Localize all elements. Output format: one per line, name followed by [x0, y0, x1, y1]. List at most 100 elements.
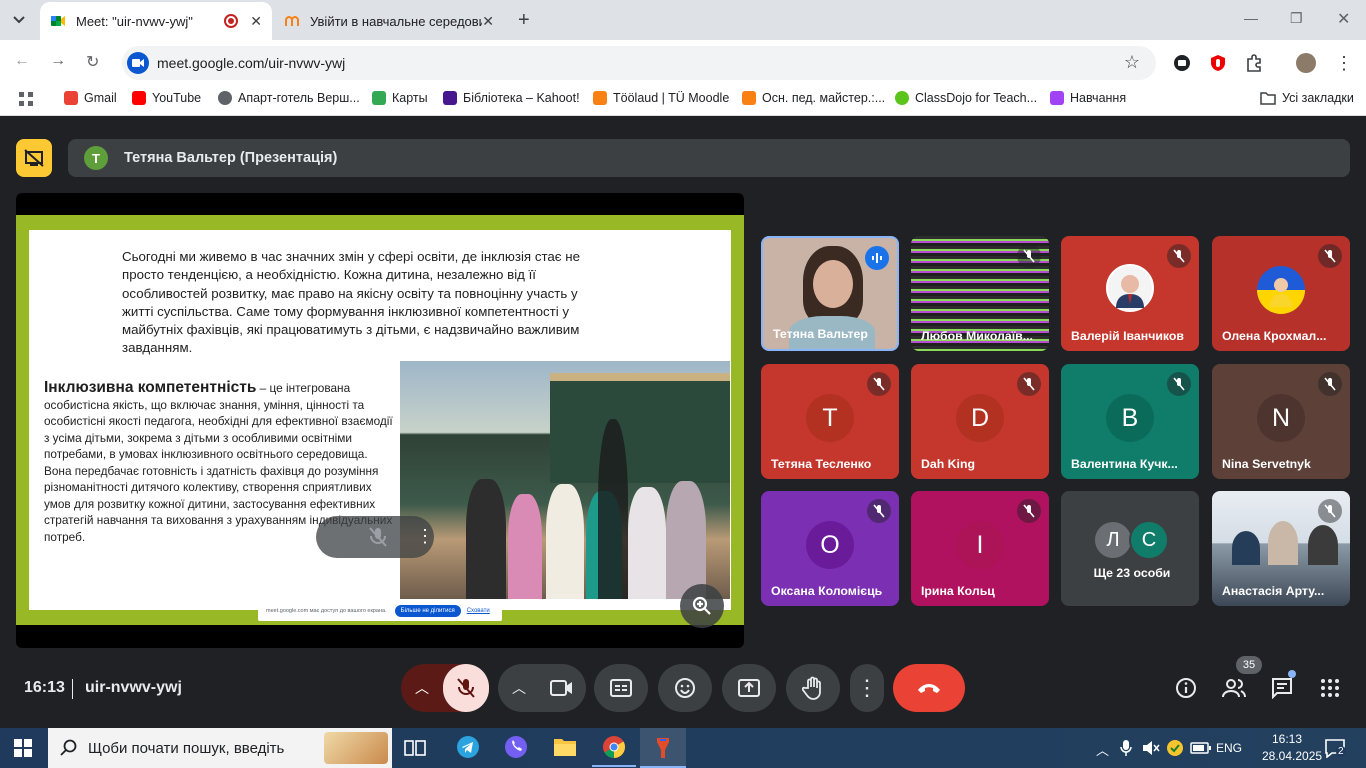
chevron-down-icon: [13, 16, 25, 24]
captions-button[interactable]: [594, 664, 648, 712]
participant-tile[interactable]: Анастасія Арту...: [1212, 491, 1350, 606]
camera-icon[interactable]: [550, 678, 574, 698]
bookmark-classdojo[interactable]: ClassDojo for Teach...: [895, 91, 1037, 105]
volume-muted-icon[interactable]: [1142, 740, 1160, 759]
bookmark-apart-hotel[interactable]: Апарт-готель Верш...: [218, 91, 360, 105]
bookmark-moodle-course[interactable]: Осн. пед. майстер.:...: [742, 91, 885, 105]
participant-tile[interactable]: O Оксана Коломієць: [761, 491, 899, 606]
more-options-icon[interactable]: ⋮: [416, 526, 434, 547]
tab-title: Meet: "uir-nvwv-ywj": [76, 13, 193, 29]
menu-icon[interactable]: ⋮: [1334, 53, 1354, 73]
mic-toggle-button[interactable]: [443, 664, 489, 712]
audio-options-chevron-icon[interactable]: ︿: [415, 678, 429, 698]
tab-search-button[interactable]: [6, 8, 32, 32]
taskbar-search-box[interactable]: Щоби почати пошук, введіть: [48, 728, 392, 768]
site-info-icon[interactable]: [127, 52, 149, 74]
participant-name: Олена Крохмал...: [1222, 329, 1327, 343]
meeting-code: uir-nvwv-ywj: [85, 679, 182, 696]
search-icon: [60, 739, 77, 756]
participant-tile[interactable]: N Nina Servetnyk: [1212, 364, 1350, 479]
present-now-button[interactable]: [722, 664, 776, 712]
battery-icon[interactable]: [1190, 740, 1212, 759]
close-tab-icon[interactable]: ✕: [250, 13, 262, 30]
language-indicator[interactable]: ENG: [1216, 741, 1242, 755]
extensions-puzzle-icon[interactable]: [1244, 53, 1264, 73]
bookmark-gmail[interactable]: Gmail: [64, 91, 117, 105]
tray-overflow-chevron-icon[interactable]: ︿: [1096, 740, 1109, 759]
leave-call-button[interactable]: [893, 664, 965, 712]
windows-start-icon[interactable]: [14, 739, 32, 762]
forward-icon[interactable]: →: [50, 52, 66, 70]
back-icon[interactable]: ←: [14, 52, 30, 70]
viber-icon[interactable]: [504, 735, 528, 762]
unread-dot: [1288, 670, 1296, 678]
extension-icon[interactable]: [1172, 53, 1192, 73]
bookmark-moodle[interactable]: Töölaud | TÜ Moodle: [593, 91, 729, 105]
chat-icon: [1272, 678, 1292, 699]
reactions-button[interactable]: [658, 664, 712, 712]
address-bar[interactable]: meet.google.com/uir-nvwv-ywj ☆: [122, 46, 1156, 80]
bookmark-kahoot[interactable]: Бібліотека – Kahoot!: [443, 91, 580, 105]
mic-off-icon[interactable]: [368, 526, 388, 548]
participant-avatar: D: [956, 394, 1004, 442]
bookmark-star-icon[interactable]: ☆: [1124, 52, 1140, 73]
bookmark-maps[interactable]: Карты: [372, 91, 428, 105]
adblock-icon[interactable]: [1208, 53, 1228, 73]
file-explorer-icon[interactable]: [553, 736, 577, 761]
task-view-icon[interactable]: [404, 738, 426, 761]
telegram-icon[interactable]: [456, 735, 480, 762]
meet-view: T Тетяна Вальтер (Презентація) Сьогодні …: [0, 117, 1366, 728]
participant-tile[interactable]: Валерій Іванчиков: [1061, 236, 1199, 351]
presentation-icon[interactable]: [16, 139, 52, 177]
restore-icon[interactable]: ❐: [1290, 10, 1303, 27]
all-bookmarks[interactable]: Усі закладки: [1260, 91, 1354, 105]
mic-off-icon: [1167, 372, 1191, 396]
activities-button[interactable]: [1310, 664, 1350, 712]
raise-hand-button[interactable]: [786, 664, 840, 712]
apps-icon[interactable]: [18, 91, 34, 107]
participant-tile[interactable]: Любов Миколаїв...: [911, 236, 1049, 351]
participant-count-badge: 35: [1236, 656, 1262, 674]
reload-icon[interactable]: ↻: [86, 52, 99, 72]
participant-tile[interactable]: T Тетяна Тесленко: [761, 364, 899, 479]
slide-frame: Сьогодні ми живемо в час значних змін у …: [16, 215, 744, 625]
participant-tile[interactable]: I Ірина Кольц: [911, 491, 1049, 606]
participant-tile[interactable]: Олена Крохмал...: [1212, 236, 1350, 351]
minimize-icon[interactable]: —: [1244, 10, 1258, 26]
chat-button[interactable]: [1262, 664, 1302, 712]
tab-moodle[interactable]: Увійти в навчальне середовищ ✕: [274, 2, 504, 40]
video-options-chevron-icon[interactable]: ︿: [512, 678, 526, 698]
close-window-icon[interactable]: ✕: [1337, 9, 1350, 29]
norton-icon[interactable]: [1166, 739, 1184, 760]
microphone-in-use-icon[interactable]: [1120, 739, 1132, 760]
chrome-taskbar-icon[interactable]: [592, 735, 636, 767]
participant-tile[interactable]: Тетяна Вальтер: [761, 236, 899, 351]
people-icon: [1222, 679, 1246, 698]
notification-count: 2: [1336, 746, 1346, 757]
clock[interactable]: 16:13 28.04.2025: [1262, 732, 1322, 763]
hide-notice-link[interactable]: Сховати: [467, 608, 490, 614]
participant-tile[interactable]: B Валентина Кучк...: [1061, 364, 1199, 479]
profile-avatar[interactable]: [1296, 53, 1316, 73]
participant-name: Тетяна Тесленко: [771, 457, 872, 471]
participant-name: Валерій Іванчиков: [1071, 329, 1184, 343]
more-participants-tile[interactable]: Л C Ще 23 особи: [1061, 491, 1199, 606]
new-tab-button[interactable]: +: [518, 9, 530, 32]
tab-meet[interactable]: Meet: "uir-nvwv-ywj" ✕: [40, 2, 272, 40]
globe-icon: [218, 91, 232, 105]
more-options-button[interactable]: ⋮: [850, 664, 884, 712]
stage-overlay-controls[interactable]: ⋮: [316, 516, 434, 558]
chalkboard: [550, 373, 730, 483]
meeting-details-button[interactable]: [1166, 664, 1206, 712]
notifications-icon[interactable]: 2: [1324, 738, 1346, 761]
close-tab-icon[interactable]: ✕: [482, 13, 494, 30]
app-running-icon[interactable]: [640, 728, 686, 768]
bookmark-youtube[interactable]: YouTube: [132, 91, 201, 105]
zoom-in-icon[interactable]: [680, 584, 724, 628]
mic-off-icon: [1017, 372, 1041, 396]
participant-tile[interactable]: D Dah King: [911, 364, 1049, 479]
bookmark-navchannia[interactable]: Навчання: [1050, 91, 1126, 105]
stop-sharing-button[interactable]: Більше не ділитися: [394, 605, 461, 617]
moodle-icon: [285, 15, 299, 26]
hand-icon: [802, 676, 821, 700]
